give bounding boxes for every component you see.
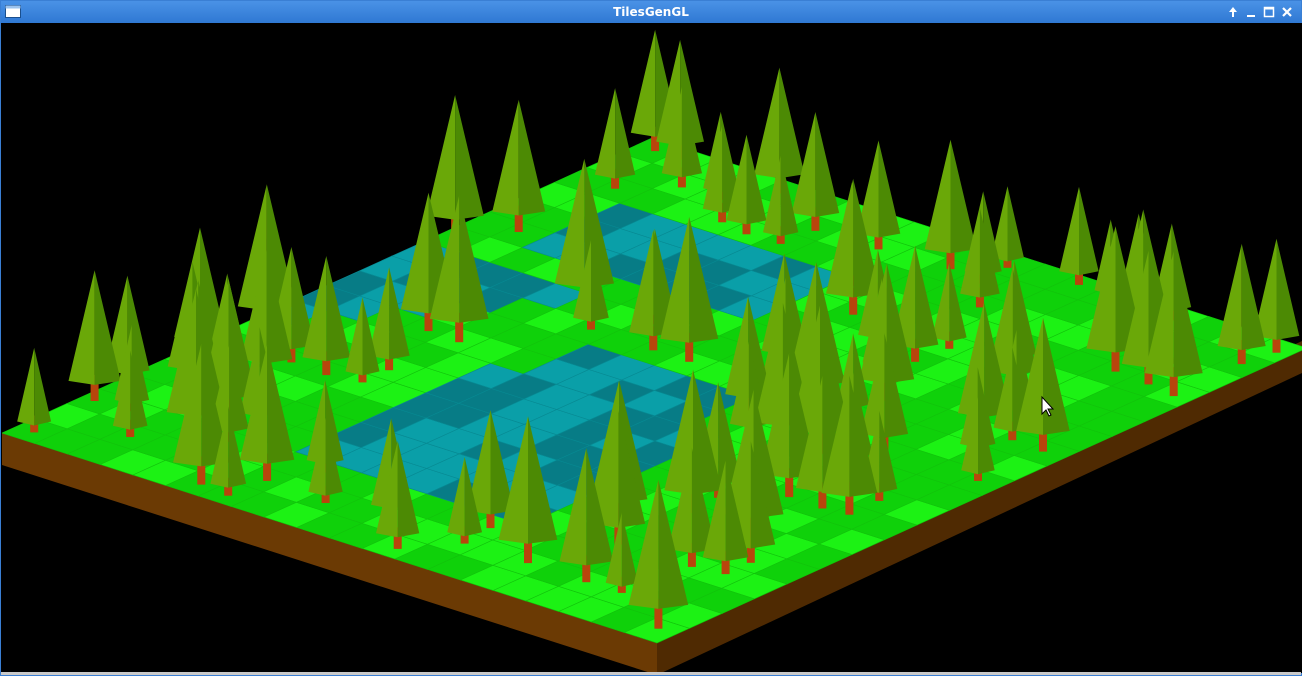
tree-foliage-shade — [34, 347, 52, 426]
tree-foliage-shade — [615, 88, 636, 179]
tree-foliage-shade — [1276, 238, 1300, 340]
tree-foliage-shade — [815, 112, 840, 217]
window-title: TilesGenGL — [613, 5, 689, 19]
minimize-icon[interactable] — [1243, 4, 1259, 20]
tree-foliage — [68, 270, 95, 385]
tree-foliage — [754, 67, 780, 179]
maximize-icon[interactable] — [1261, 4, 1277, 20]
title-bar[interactable]: TilesGenGL — [1, 1, 1301, 23]
tree-foliage-shade — [1079, 186, 1099, 276]
window-bottom-edge — [1, 672, 1301, 675]
tree-foliage-shade — [779, 67, 805, 179]
tree-foliage-shade — [518, 99, 546, 216]
gl-viewport[interactable] — [2, 23, 1302, 673]
tree-foliage — [17, 347, 35, 426]
tree-foliage-shade — [950, 139, 977, 254]
tree-foliage — [924, 139, 951, 254]
tile-scene[interactable] — [2, 23, 1302, 673]
tree-foliage — [1217, 243, 1242, 350]
close-icon[interactable] — [1279, 4, 1295, 20]
tree-foliage — [630, 29, 656, 137]
tree-foliage — [1059, 186, 1079, 276]
app-window: TilesGenGL — [0, 0, 1302, 676]
tree-foliage-shade — [1007, 186, 1024, 262]
tree-foliage — [594, 88, 616, 179]
tree-foliage-shade — [1241, 243, 1266, 350]
tree-foliage-shade — [878, 140, 901, 238]
shade-icon[interactable] — [1225, 4, 1241, 20]
tree-foliage — [426, 95, 456, 220]
tree-foliage — [492, 99, 519, 216]
